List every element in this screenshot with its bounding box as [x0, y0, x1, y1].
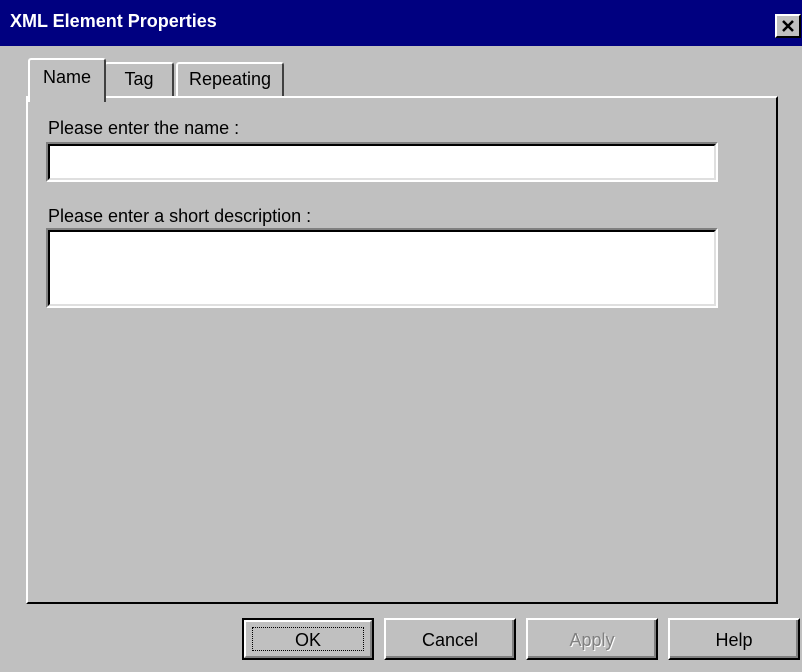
- description-textarea[interactable]: [46, 228, 718, 308]
- window-title: XML Element Properties: [10, 11, 217, 31]
- dialog-window: XML Element Properties Name Tag Repeatin…: [0, 0, 802, 672]
- ok-button[interactable]: OK: [242, 618, 374, 660]
- close-button[interactable]: [775, 14, 801, 38]
- cancel-button-label: Cancel: [421, 630, 479, 650]
- tab-name[interactable]: Name: [28, 58, 106, 102]
- name-input[interactable]: [46, 142, 718, 182]
- title-bar[interactable]: XML Element Properties: [0, 0, 802, 46]
- close-icon: [782, 20, 794, 32]
- name-label: Please enter the name :: [48, 118, 240, 138]
- tab-repeating-label: Repeating: [188, 69, 272, 89]
- tab-repeating[interactable]: Repeating: [176, 62, 284, 96]
- help-button-label: Help: [715, 630, 753, 650]
- tab-tag-label: Tag: [124, 69, 154, 89]
- help-button[interactable]: Help: [668, 618, 800, 660]
- tab-name-label: Name: [42, 67, 91, 87]
- cancel-button[interactable]: Cancel: [384, 618, 516, 660]
- apply-button[interactable]: Apply: [526, 618, 658, 660]
- tab-tag[interactable]: Tag: [104, 62, 174, 96]
- description-label: Please enter a short description :: [48, 206, 312, 226]
- focus-rectangle: [252, 627, 364, 651]
- ok-button-label: OK: [294, 630, 321, 650]
- apply-button-label: Apply: [569, 630, 615, 650]
